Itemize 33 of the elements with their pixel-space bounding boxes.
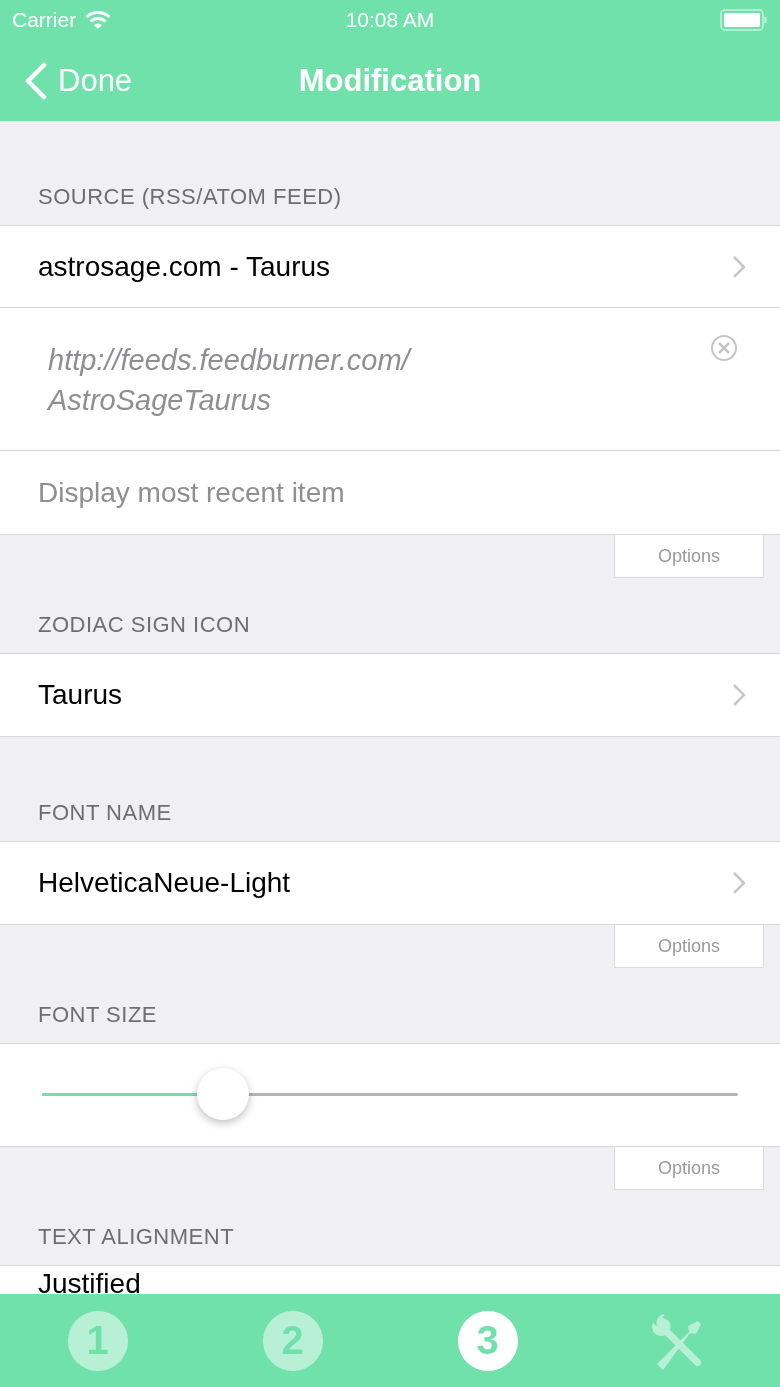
- slider-thumb[interactable]: [196, 1068, 249, 1120]
- tab[interactable]: 3: [457, 1310, 518, 1371]
- section-header: ZODIAC SIGN ICON: [38, 612, 251, 638]
- list-row[interactable]: HelveticaNeue-Light: [0, 842, 780, 924]
- options-button[interactable]: Options: [614, 925, 764, 968]
- options-button[interactable]: Options: [614, 535, 764, 578]
- url-field[interactable]: http://feeds.feedburner.com/ AstroSageTaurus: [38, 308, 742, 450]
- nav-title: Modification: [298, 62, 482, 99]
- time-label: 10:08 AM: [345, 8, 435, 32]
- section-header: FONT SIZE: [38, 1002, 157, 1028]
- row-label: Taurus: [38, 679, 124, 711]
- list-row[interactable]: Taurus: [0, 654, 780, 736]
- back-button[interactable]: Done: [24, 61, 133, 100]
- carrier-label: Carrier: [12, 8, 77, 32]
- chevron-icon: [732, 683, 746, 707]
- battery-icon: [720, 9, 768, 31]
- back-chevron-icon: [24, 61, 48, 100]
- options-button[interactable]: Options: [614, 1147, 764, 1190]
- chevron-icon: [732, 254, 746, 279]
- wifi-icon: [84, 10, 113, 30]
- chevron-icon: [732, 871, 746, 895]
- row-label: Justified: [38, 1268, 141, 1294]
- section-header: SOURCE (RSS/ATOM FEED): [38, 184, 342, 210]
- clear-icon[interactable]: [710, 334, 738, 362]
- list-row[interactable]: astrosage.com - Taurus: [0, 226, 780, 308]
- row-label: Display most recent item: [38, 476, 346, 509]
- list-row[interactable]: Justified: [0, 1266, 780, 1294]
- row-label: astrosage.com - Taurus: [38, 250, 332, 283]
- font-size-slider[interactable]: [42, 1068, 738, 1122]
- section-header: TEXT ALIGNMENT: [38, 1224, 235, 1250]
- row-label: HelveticaNeue-Light: [38, 867, 292, 899]
- section-header: FONT NAME: [38, 800, 172, 826]
- url-text: http://feeds.feedburner.com/ AstroSageTaurus: [48, 343, 413, 418]
